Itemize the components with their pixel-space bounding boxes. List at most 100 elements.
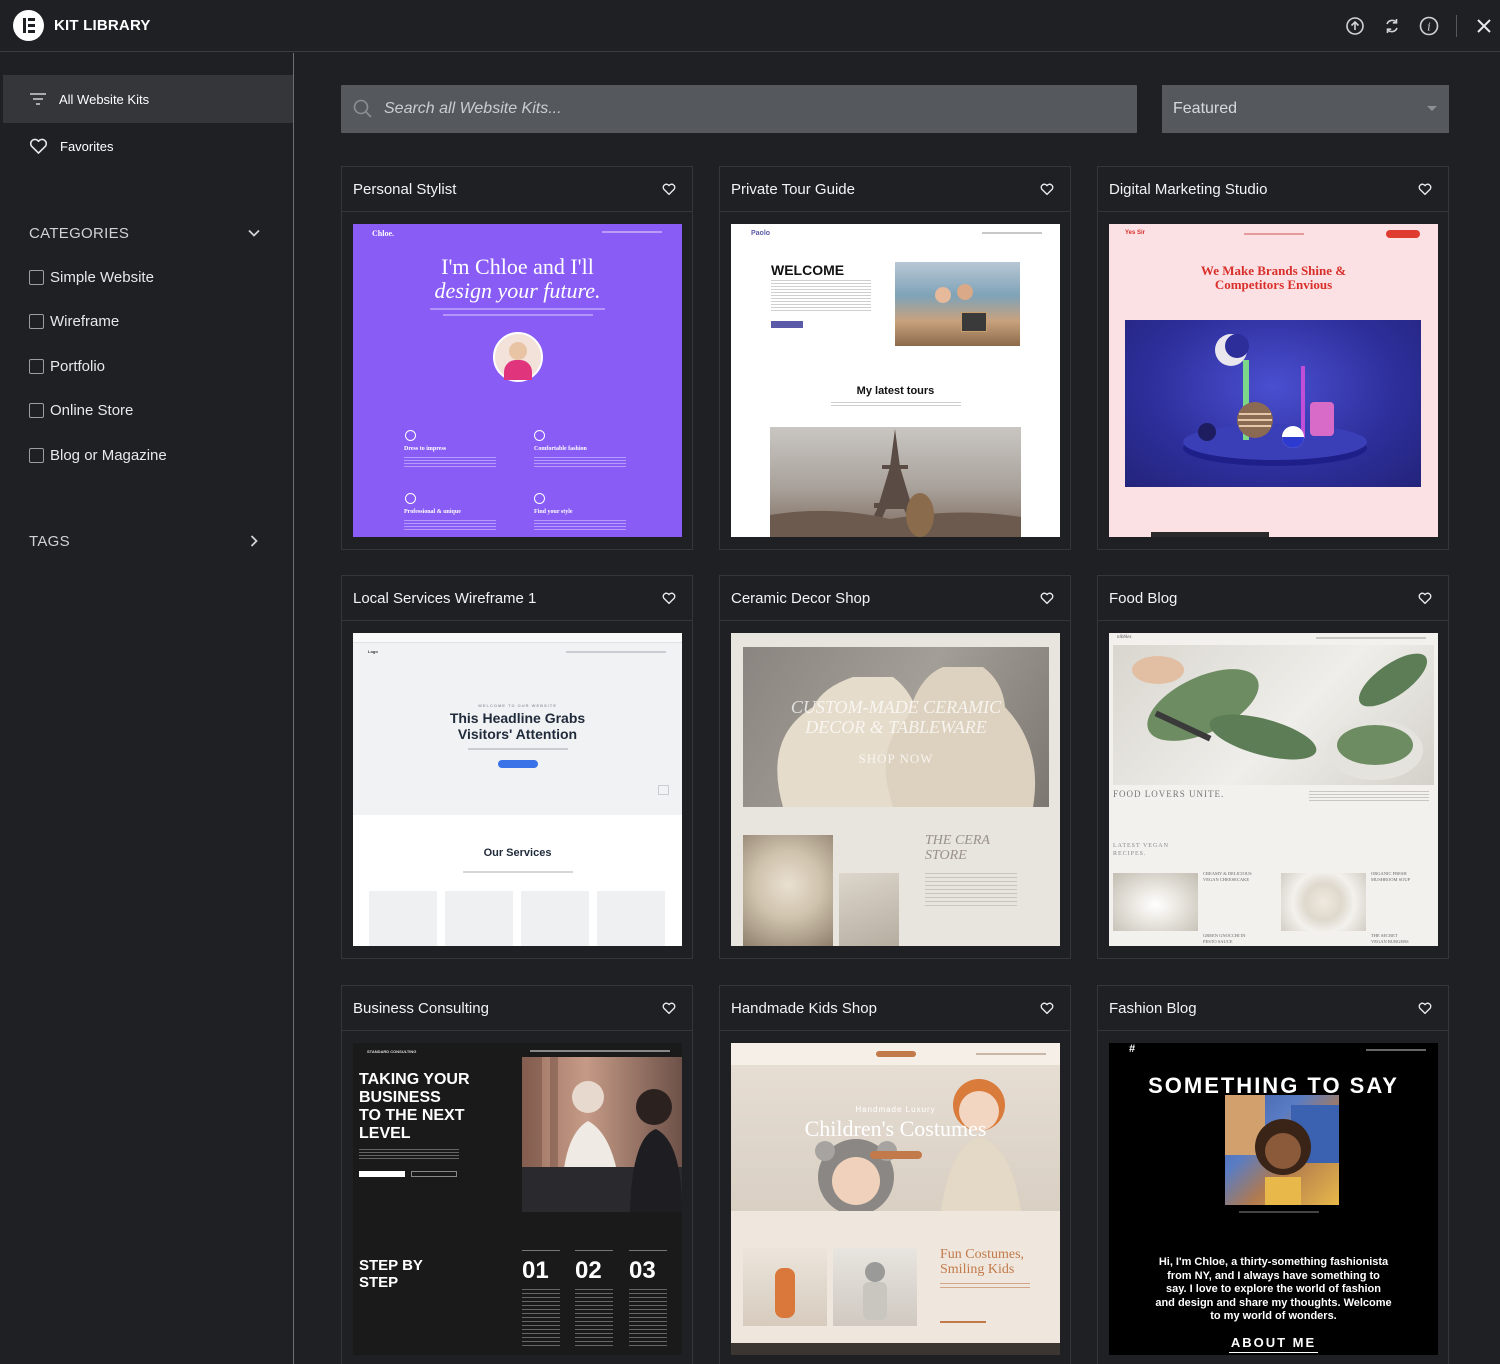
category-label: Wireframe [50, 313, 120, 330]
checkbox[interactable] [29, 314, 44, 329]
preview-recipe-title: ORGANIC FRESH [1371, 871, 1407, 876]
kit-preview[interactable]: nibbles FOOD LOVERS UNITE. LATEST VEGAN … [1109, 633, 1438, 946]
category-wireframe[interactable]: Wireframe [29, 313, 119, 330]
category-portfolio[interactable]: Portfolio [29, 358, 105, 375]
preview-topbar [353, 633, 682, 643]
preview-bio: Hi, I'm Chloe, a thirty-something fashio… [1155, 1256, 1392, 1322]
preview-rule [629, 1250, 667, 1251]
preview-headline: design your future. [434, 278, 601, 303]
preview-button [771, 321, 803, 328]
checkbox[interactable] [29, 270, 44, 285]
preview-service-card [597, 891, 665, 946]
preview-headline: STORE [925, 848, 967, 863]
search-bar[interactable] [341, 85, 1137, 133]
kit-preview[interactable]: Yes Sir We Make Brands Shine & Competito… [1109, 224, 1438, 537]
preview-cta: SHOP NOW [858, 751, 934, 766]
preview-text-block [359, 1149, 459, 1161]
search-input[interactable] [384, 100, 1084, 118]
preview-service-card [369, 891, 437, 946]
sidebar-item-label: Favorites [60, 138, 114, 154]
close-icon[interactable] [1474, 16, 1494, 36]
kit-preview[interactable]: # SOMETHING TO SAY Hi, I'm Chloe, a thir… [1109, 1043, 1438, 1355]
preview-headline: SOMETHING TO SAY [1148, 1073, 1399, 1098]
favorite-heart-icon[interactable] [662, 592, 676, 605]
favorite-heart-icon[interactable] [1418, 592, 1432, 605]
kit-card-business-consulting[interactable]: Business Consulting STANDARD CONSULTING … [341, 985, 693, 1364]
tags-title: TAGS [29, 533, 70, 550]
categories-toggle[interactable]: CATEGORIES [29, 225, 261, 242]
preview-nav [1316, 637, 1426, 639]
kit-preview[interactable]: Handmade Luxury Children's Costumes Fun … [731, 1043, 1060, 1355]
heart-outline-icon [29, 138, 48, 154]
kit-card-food-blog[interactable]: Food Blog nibbles FOOD LOVERS UNITE. LAT… [1097, 575, 1449, 959]
kit-card-personal-stylist[interactable]: Personal Stylist Chloe. I'm Chloe and I'… [341, 166, 693, 550]
preview-button [870, 1151, 922, 1159]
preview-text-block [629, 1289, 667, 1349]
favorite-heart-icon[interactable] [662, 1002, 676, 1015]
kit-card-fashion-blog[interactable]: Fashion Blog # SOMETHING TO SAY Hi, I'm … [1097, 985, 1449, 1364]
preview-section-title: LATEST VEGAN [1113, 843, 1169, 849]
preview-step-number: 01 [522, 1257, 549, 1284]
preview-step-number: 03 [629, 1257, 656, 1284]
search-icon [353, 99, 372, 118]
category-label: Simple Website [50, 269, 154, 286]
preview-photo: CUSTOM-MADE CERAMIC DECOR & TABLEWARE SH… [743, 647, 1049, 807]
category-blog-magazine[interactable]: Blog or Magazine [29, 447, 167, 464]
preview-text-block [831, 402, 961, 407]
favorite-heart-icon[interactable] [1040, 592, 1054, 605]
preview-services-section: Our Services [353, 815, 682, 946]
kit-card-local-services-wireframe[interactable]: Local Services Wireframe 1 Logo WELCOME … [341, 575, 693, 959]
kit-card-ceramic-decor-shop[interactable]: Ceramic Decor Shop CUSTOM-MADE CERAMIC D… [719, 575, 1071, 959]
preview-service-card [445, 891, 513, 946]
preview-recipe-title: CREAMY & DELICIOUS [1203, 871, 1252, 876]
preview-headline: Competitors Envious [1214, 277, 1333, 292]
preview-headline: I'm Chloe and I'll [441, 254, 594, 279]
checkbox[interactable] [29, 359, 44, 374]
preview-headline: WELCOME [771, 262, 845, 278]
preview-brand: Paolo [751, 230, 771, 237]
checkbox[interactable] [29, 448, 44, 463]
sort-select[interactable]: Featured [1162, 85, 1449, 133]
preview-cta: ABOUT ME [1230, 1335, 1317, 1350]
tags-toggle[interactable]: TAGS [29, 533, 261, 550]
favorite-heart-icon[interactable] [1418, 1002, 1432, 1015]
card-header: Ceramic Decor Shop [720, 576, 1070, 621]
preview-section-title: Our Services [483, 847, 552, 859]
preview-headline: Fun Costumes, [940, 1247, 1025, 1262]
category-online-store[interactable]: Online Store [29, 402, 133, 419]
upload-icon[interactable] [1345, 16, 1365, 36]
elementor-logo-icon [13, 10, 44, 41]
kit-card-digital-marketing-studio[interactable]: Digital Marketing Studio Yes Sir We Make… [1097, 166, 1449, 550]
preview-headline: This Headline Grabs [449, 710, 586, 726]
preview-headline: TAKING YOUR BUSINESS TO THE NEXT LEVEL [359, 1071, 470, 1142]
kit-card-handmade-kids-shop[interactable]: Handmade Kids Shop Handmade Luxury Child… [719, 985, 1071, 1364]
image-placeholder-icon [658, 785, 669, 795]
kit-preview[interactable]: Logo WELCOME TO OUR WEBSITE This Headlin… [353, 633, 682, 946]
preview-brand: Chloe. [372, 229, 394, 238]
sidebar-item-favorites[interactable]: Favorites [3, 122, 293, 170]
kit-card-private-tour-guide[interactable]: Private Tour Guide Paolo WELCOME My late… [719, 166, 1071, 550]
preview-text-block [404, 457, 496, 467]
category-simple-website[interactable]: Simple Website [29, 269, 154, 286]
eiffel-tower-illustration [770, 429, 1021, 537]
kit-preview[interactable]: Chloe. I'm Chloe and I'll design your fu… [353, 224, 682, 537]
favorite-heart-icon[interactable] [1040, 1002, 1054, 1015]
checkbox[interactable] [29, 403, 44, 418]
sync-icon[interactable] [1382, 16, 1402, 36]
category-label: Portfolio [50, 358, 106, 375]
kit-title: Food Blog [1109, 590, 1178, 607]
preview-service-card [521, 891, 589, 946]
kit-title: Ceramic Decor Shop [731, 590, 871, 607]
favorite-heart-icon[interactable] [1040, 183, 1054, 196]
preview-text-block [534, 457, 626, 467]
favorite-heart-icon[interactable] [1418, 183, 1432, 196]
favorite-heart-icon[interactable] [662, 183, 676, 196]
kit-preview[interactable]: STANDARD CONSULTING TAKING YOUR BUSINESS… [353, 1043, 682, 1355]
info-icon[interactable]: i [1419, 16, 1439, 36]
preview-text-line [430, 308, 605, 310]
preview-photo [1281, 873, 1366, 931]
preview-headline: THE CERA [925, 833, 990, 848]
kit-preview[interactable]: CUSTOM-MADE CERAMIC DECOR & TABLEWARE SH… [731, 633, 1060, 946]
sidebar-item-all-kits[interactable]: All Website Kits [3, 75, 293, 123]
kit-preview[interactable]: Paolo WELCOME My latest tours [731, 224, 1060, 537]
